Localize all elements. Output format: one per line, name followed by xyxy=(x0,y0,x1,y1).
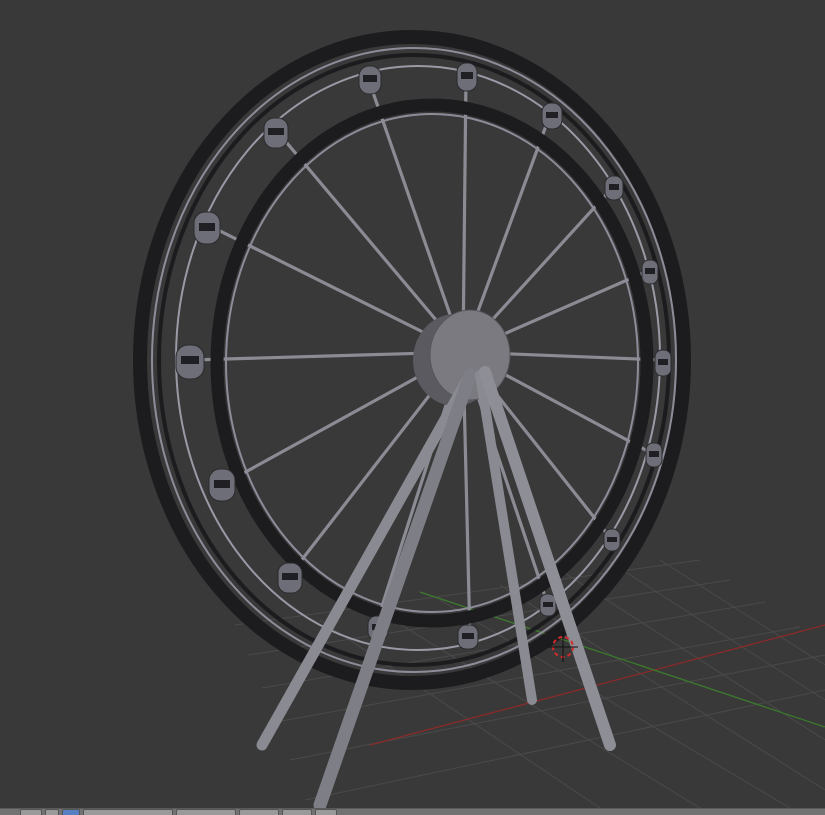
cabin xyxy=(654,349,672,377)
mode-button[interactable] xyxy=(45,809,59,815)
cabin xyxy=(193,211,221,245)
cabin xyxy=(604,175,624,201)
render-button[interactable] xyxy=(315,809,337,815)
pivot-button[interactable] xyxy=(83,809,173,815)
manipulator-button[interactable] xyxy=(176,809,236,815)
cabin xyxy=(603,528,621,552)
cabin xyxy=(263,117,289,149)
cabin xyxy=(277,562,303,594)
viewport-canvas xyxy=(133,30,825,808)
shading-button[interactable] xyxy=(62,809,80,815)
cabin xyxy=(208,468,236,502)
3d-viewport[interactable] xyxy=(0,0,825,808)
layers-button[interactable] xyxy=(239,809,279,815)
cabin xyxy=(641,259,659,285)
cabin xyxy=(456,62,478,92)
cabin xyxy=(539,593,557,617)
support-legs xyxy=(256,366,616,808)
cabin xyxy=(358,65,382,95)
cabin xyxy=(457,624,479,650)
cabin xyxy=(175,344,205,380)
viewport-header-toolbar xyxy=(0,808,825,815)
view-menu-button[interactable] xyxy=(20,809,42,815)
cabin xyxy=(541,102,563,130)
snap-button[interactable] xyxy=(282,809,312,815)
cabin xyxy=(645,442,663,468)
